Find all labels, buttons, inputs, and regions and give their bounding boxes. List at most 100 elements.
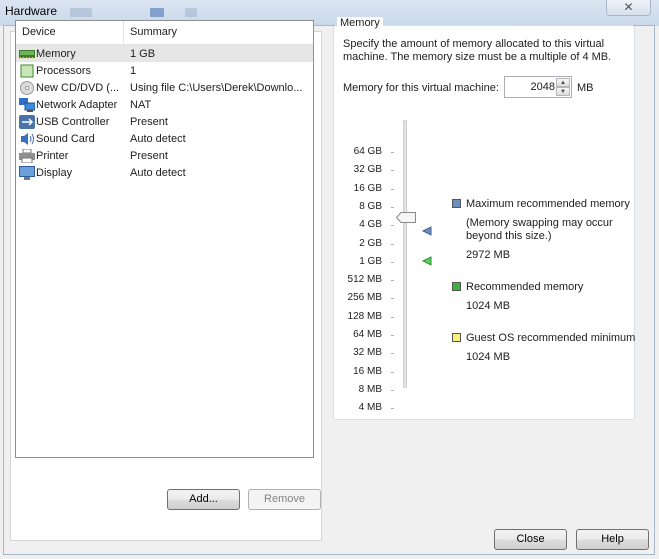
memory-field-label: Memory for this virtual machine: bbox=[343, 82, 499, 94]
memory-icon bbox=[19, 47, 35, 61]
usb-icon bbox=[19, 114, 35, 129]
max-recommended-value: 2972 MB bbox=[466, 249, 511, 261]
scale-tick bbox=[391, 371, 394, 373]
memory-value-input[interactable]: 2048 bbox=[531, 81, 555, 93]
device-row[interactable]: Processors 1 bbox=[16, 62, 313, 79]
guest-os-minimum-value: 1024 MB bbox=[466, 351, 511, 363]
device-cell: Memory bbox=[16, 47, 125, 61]
device-row[interactable]: Display Auto detect bbox=[16, 164, 313, 181]
device-cell: Printer bbox=[16, 148, 125, 163]
device-row[interactable]: Network Adapter NAT bbox=[16, 96, 313, 113]
scale-tick bbox=[391, 353, 394, 355]
memory-group-title: Memory bbox=[337, 17, 383, 29]
device-row[interactable]: Memory 1 GB bbox=[16, 45, 313, 62]
processor-icon bbox=[19, 64, 35, 78]
cd-dvd-icon bbox=[19, 80, 35, 95]
device-cell: Processors bbox=[16, 64, 125, 78]
memory-spinbox[interactable]: 2048 ▲ ▼ bbox=[504, 76, 572, 98]
remove-device-button[interactable]: Remove bbox=[248, 489, 321, 510]
scale-tick bbox=[391, 261, 394, 263]
guest-os-minimum-swatch-icon bbox=[452, 333, 461, 342]
scale-label: 1 GB bbox=[359, 255, 382, 267]
recommended-value: 1024 MB bbox=[466, 300, 511, 312]
recommended-marker-icon bbox=[422, 256, 432, 266]
device-summary: Present bbox=[130, 115, 168, 128]
close-button[interactable]: Close bbox=[494, 529, 567, 550]
display-icon bbox=[19, 165, 35, 180]
add-device-button[interactable]: Add... bbox=[167, 489, 240, 510]
scale-tick bbox=[391, 298, 394, 300]
window-close-button[interactable]: ✕ bbox=[606, 0, 651, 16]
recommended-label: Recommended memory bbox=[466, 281, 584, 293]
scale-label: 64 MB bbox=[353, 329, 382, 340]
device-name: Memory bbox=[36, 47, 76, 60]
scale-label: 2 GB bbox=[359, 237, 382, 249]
scale-label: 64 GB bbox=[353, 146, 382, 157]
scale-label: 8 MB bbox=[358, 383, 382, 395]
max-recommended-marker-icon bbox=[422, 226, 432, 236]
scale-tick bbox=[391, 225, 394, 227]
column-header-summary[interactable]: Summary bbox=[124, 21, 177, 44]
scale-label: 16 GB bbox=[353, 182, 382, 194]
sound-card-icon bbox=[19, 132, 35, 146]
scale-label: 128 MB bbox=[347, 310, 382, 322]
device-name: New CD/DVD (... bbox=[36, 81, 120, 94]
device-cell: Display bbox=[16, 165, 125, 180]
scale-label: 4 MB bbox=[358, 402, 382, 414]
scale-tick bbox=[391, 170, 394, 172]
device-list-header: Device Summary bbox=[16, 21, 313, 45]
device-name: Network Adapter bbox=[36, 98, 118, 111]
scale-tick bbox=[391, 316, 394, 318]
device-name: Display bbox=[36, 166, 73, 179]
device-summary: NAT bbox=[130, 98, 152, 111]
device-cell: Network Adapter bbox=[16, 97, 125, 112]
scale-label: 4 GB bbox=[359, 219, 382, 231]
scale-tick bbox=[391, 389, 394, 391]
max-recommended-swatch-icon bbox=[452, 199, 461, 208]
guest-os-minimum-label: Guest OS recommended minimum bbox=[466, 332, 636, 344]
background-toolbar-ghost bbox=[70, 8, 92, 17]
device-summary: Auto detect bbox=[130, 132, 186, 145]
column-header-device[interactable]: Device bbox=[16, 21, 124, 44]
device-name: USB Controller bbox=[36, 115, 110, 128]
memory-slider-track[interactable] bbox=[403, 120, 407, 388]
background-toolbar-ghost bbox=[185, 8, 197, 17]
device-cell: USB Controller bbox=[16, 114, 125, 129]
memory-unit-label: MB bbox=[577, 82, 594, 94]
device-summary: Present bbox=[130, 149, 168, 162]
scale-tick bbox=[391, 243, 394, 245]
device-name: Printer bbox=[36, 149, 69, 162]
device-summary: 1 bbox=[130, 64, 137, 77]
spin-up-button[interactable]: ▲ bbox=[556, 78, 570, 87]
scale-tick bbox=[391, 408, 394, 410]
recommended-swatch-icon bbox=[452, 282, 461, 291]
device-name: Processors bbox=[36, 64, 92, 77]
device-row[interactable]: Printer Present bbox=[16, 147, 313, 164]
scale-label: 16 MB bbox=[353, 365, 382, 377]
device-row[interactable]: Sound Card Auto detect bbox=[16, 130, 313, 147]
scale-label: 8 GB bbox=[359, 200, 382, 212]
spin-down-button[interactable]: ▼ bbox=[556, 87, 570, 96]
scale-label: 32 MB bbox=[353, 347, 382, 359]
scale-tick bbox=[391, 152, 394, 153]
memory-description: Specify the amount of memory allocated t… bbox=[343, 38, 612, 63]
device-cell: Sound Card bbox=[16, 132, 125, 146]
device-row[interactable]: New CD/DVD (... Using file C:\Users\Derek… bbox=[16, 79, 313, 96]
device-summary: Auto detect bbox=[130, 166, 186, 179]
scale-tick bbox=[391, 335, 394, 336]
scale-label: 256 MB bbox=[347, 292, 382, 304]
help-button[interactable]: Help bbox=[576, 529, 649, 550]
max-recommended-label: Maximum recommended memory bbox=[466, 198, 630, 210]
printer-icon bbox=[19, 148, 35, 163]
device-summary: 1 GB bbox=[130, 47, 156, 60]
memory-slider-thumb[interactable] bbox=[396, 212, 416, 223]
scale-tick bbox=[391, 188, 394, 190]
window-title: Hardware bbox=[5, 4, 58, 18]
scale-label: 32 GB bbox=[353, 164, 382, 176]
device-summary: Using file C:\Users\Derek\Downlo... bbox=[130, 81, 303, 94]
device-list[interactable]: Device Summary Memory 1 GB Processors 1 New … bbox=[15, 20, 314, 458]
max-recommended-note: (Memory swapping may occur beyond this s… bbox=[466, 217, 613, 242]
scale-tick bbox=[391, 206, 394, 208]
close-icon: ✕ bbox=[623, 0, 634, 14]
device-row[interactable]: USB Controller Present bbox=[16, 113, 313, 130]
